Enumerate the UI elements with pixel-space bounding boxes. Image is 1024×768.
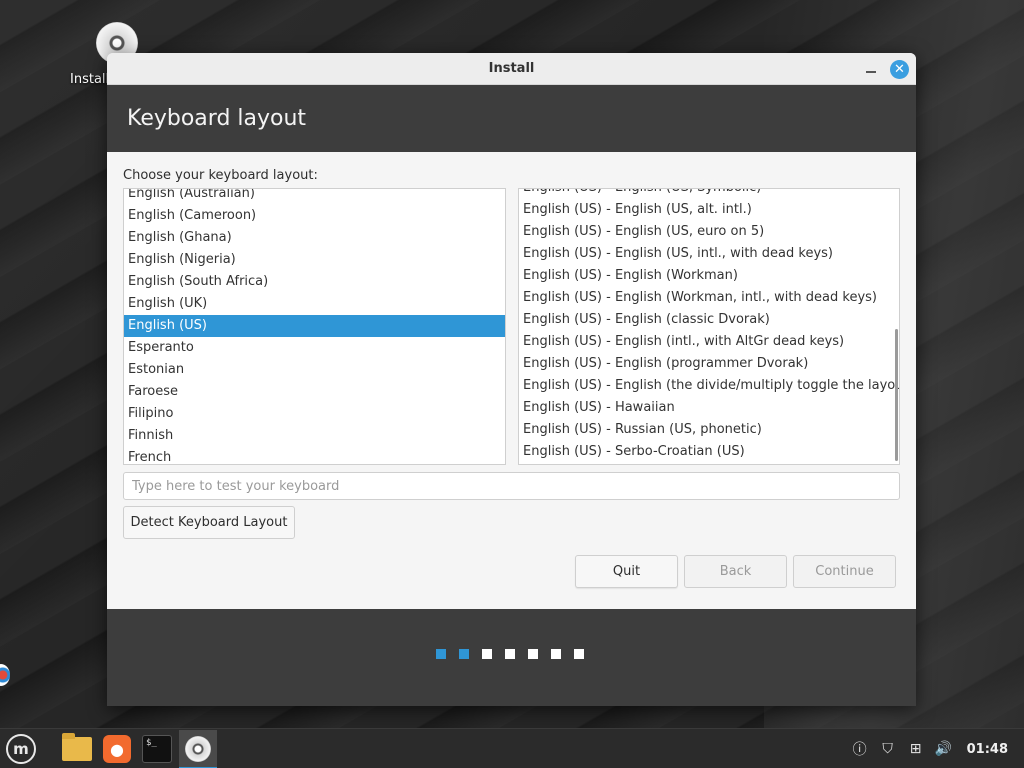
layout-list-item[interactable]: English (US) xyxy=(124,315,505,337)
layout-list-items: English (Australian) English (Cameroon) En… xyxy=(124,189,505,464)
variant-list-scrollbar[interactable] xyxy=(895,329,898,461)
main-content: Choose your keyboard layout: English (Au… xyxy=(107,152,916,609)
window-title: Install xyxy=(488,61,535,76)
volume-icon[interactable]: 🔊 xyxy=(935,741,953,757)
variant-list-item[interactable]: English (US) - English (US, intl., with … xyxy=(519,243,899,265)
layout-list-item[interactable]: English (Ghana) xyxy=(124,227,505,249)
choose-layout-label: Choose your keyboard layout: xyxy=(123,168,318,183)
layout-list-item[interactable]: English (UK) xyxy=(124,293,505,315)
close-button[interactable]: ✕ xyxy=(890,60,909,79)
partial-app-icon[interactable] xyxy=(0,664,10,686)
variant-list-item[interactable]: English (US) - Russian (US, phonetic) xyxy=(519,419,899,441)
shield-icon[interactable]: ⛉ xyxy=(879,741,897,757)
close-icon: ✕ xyxy=(894,62,905,77)
variant-list-item[interactable]: English (US) - English (programmer Dvora… xyxy=(519,353,899,375)
mint-logo-icon: m xyxy=(6,734,36,764)
quit-button[interactable]: Quit xyxy=(575,555,678,588)
layout-list-item[interactable]: English (Nigeria) xyxy=(124,249,505,271)
variant-list-item[interactable]: English (US) - English (intl., with AltG… xyxy=(519,331,899,353)
updates-icon[interactable]: ⓘ xyxy=(851,739,869,759)
layout-list-item[interactable]: English (Australian) xyxy=(124,189,505,205)
menu-button[interactable]: m xyxy=(5,733,37,765)
taskbar: m ● $_ ⓘ ⛉ ⊞ 🔊 01:48 xyxy=(0,728,1024,768)
variant-list[interactable]: English (US) - English (US, Symbolic)Eng… xyxy=(518,188,900,465)
layout-list-item[interactable]: Finnish xyxy=(124,425,505,447)
progress-indicator xyxy=(436,649,584,659)
variant-list-item[interactable]: English (US) - English (US, Symbolic) xyxy=(519,189,899,199)
variant-list-item[interactable]: English (US) - Serbo-Croatian (US) xyxy=(519,441,899,463)
variant-list-item[interactable]: English (US) - English (Workman) xyxy=(519,265,899,287)
progress-dot xyxy=(505,649,515,659)
variant-list-item[interactable]: English (US) - Hawaiian xyxy=(519,397,899,419)
progress-dot xyxy=(528,649,538,659)
folder-icon xyxy=(62,733,92,761)
variant-list-items: English (US) - English (US, Symbolic)Eng… xyxy=(519,189,899,463)
variant-list-item[interactable]: English (US) - English (the divide/multi… xyxy=(519,375,899,397)
variant-list-item[interactable]: English (US) - English (US, alt. intl.) xyxy=(519,199,899,221)
firefox-icon: ● xyxy=(103,735,131,763)
files-launcher[interactable] xyxy=(61,733,93,765)
progress-dot xyxy=(551,649,561,659)
terminal-launcher[interactable]: $_ xyxy=(141,733,173,765)
firefox-launcher[interactable]: ● xyxy=(101,733,133,765)
window-titlebar[interactable]: Install ✕ xyxy=(107,53,916,85)
layout-list-item[interactable]: English (South Africa) xyxy=(124,271,505,293)
disc-icon xyxy=(185,735,211,762)
layout-list-item[interactable]: Faroese xyxy=(124,381,505,403)
continue-button[interactable]: Continue xyxy=(793,555,896,588)
page-header: Keyboard layout xyxy=(107,85,916,152)
back-button[interactable]: Back xyxy=(684,555,787,588)
minimize-icon xyxy=(866,71,876,73)
progress-dot xyxy=(574,649,584,659)
keyboard-test-input[interactable] xyxy=(123,472,900,500)
layout-list-item[interactable]: Esperanto xyxy=(124,337,505,359)
progress-dot xyxy=(436,649,446,659)
installer-taskbar-item[interactable] xyxy=(179,730,217,768)
minimize-button[interactable] xyxy=(864,62,878,76)
detect-layout-button[interactable]: Detect Keyboard Layout xyxy=(123,506,295,539)
layout-list-item[interactable]: Filipino xyxy=(124,403,505,425)
page-title: Keyboard layout xyxy=(127,106,307,131)
layout-list[interactable]: English (Australian) English (Cameroon) En… xyxy=(123,188,506,465)
progress-dot xyxy=(482,649,492,659)
variant-list-item[interactable]: English (US) - English (US, euro on 5) xyxy=(519,221,899,243)
layout-list-item[interactable]: English (Cameroon) xyxy=(124,205,505,227)
layout-list-item[interactable]: Estonian xyxy=(124,359,505,381)
terminal-icon: $_ xyxy=(142,735,172,763)
variant-list-item[interactable]: English (US) - English (classic Dvorak) xyxy=(519,309,899,331)
layout-list-item[interactable]: French xyxy=(124,447,505,464)
system-tray: ⓘ ⛉ ⊞ 🔊 01:48 xyxy=(851,729,1008,768)
network-icon[interactable]: ⊞ xyxy=(907,741,925,757)
variant-list-item[interactable]: English (US) - English (Workman, intl., … xyxy=(519,287,899,309)
progress-dot xyxy=(459,649,469,659)
clock[interactable]: 01:48 xyxy=(967,742,1008,757)
progress-footer xyxy=(107,609,916,706)
installer-window: Install ✕ Keyboard layout Choose your ke… xyxy=(107,53,916,706)
